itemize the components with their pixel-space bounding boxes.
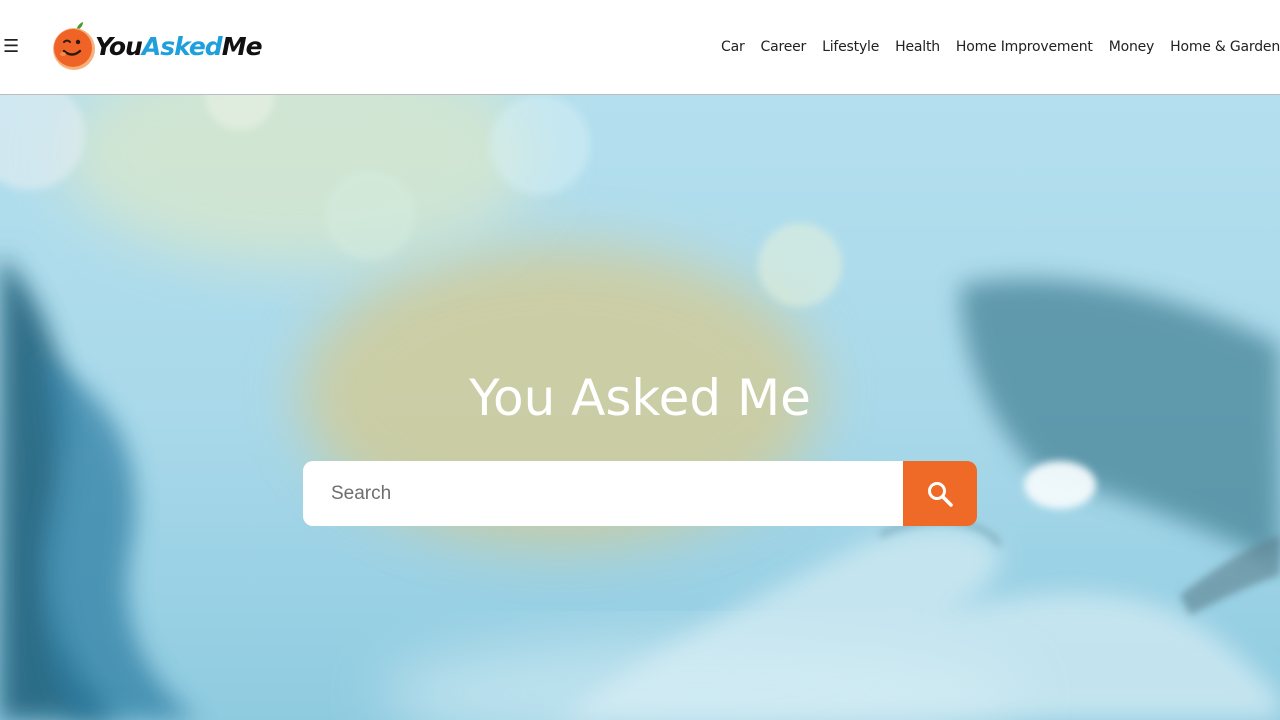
search-button[interactable] bbox=[903, 461, 977, 526]
logo-text-me: Me bbox=[221, 32, 263, 61]
nav-link-career[interactable]: Career bbox=[761, 39, 807, 55]
site-logo[interactable]: YouAskedMe bbox=[52, 22, 263, 72]
hamburger-menu-icon[interactable]: ☰ bbox=[3, 34, 23, 60]
nav-link-car[interactable]: Car bbox=[721, 39, 745, 55]
nav-link-home-garden[interactable]: Home & Garden bbox=[1170, 39, 1280, 55]
main-nav: Car Career Lifestyle Health Home Improve… bbox=[721, 35, 1280, 59]
logo-text-asked: Asked bbox=[141, 32, 223, 61]
search-form bbox=[303, 461, 977, 526]
nav-link-home-improvement[interactable]: Home Improvement bbox=[956, 39, 1093, 55]
hero-section: You Asked Me bbox=[0, 95, 1280, 720]
nav-link-health[interactable]: Health bbox=[895, 39, 940, 55]
site-header: ☰ YouAskedMe Car Career Lifestyle Health… bbox=[0, 0, 1280, 95]
nav-link-lifestyle[interactable]: Lifestyle bbox=[822, 39, 879, 55]
search-icon bbox=[928, 481, 953, 507]
nav-link-money[interactable]: Money bbox=[1109, 39, 1155, 55]
orange-mascot-icon bbox=[52, 22, 96, 72]
logo-text-you: You bbox=[95, 32, 143, 61]
search-input[interactable] bbox=[303, 461, 903, 526]
logo-wordmark: YouAskedMe bbox=[95, 22, 263, 72]
hero-title: You Asked Me bbox=[469, 369, 811, 427]
